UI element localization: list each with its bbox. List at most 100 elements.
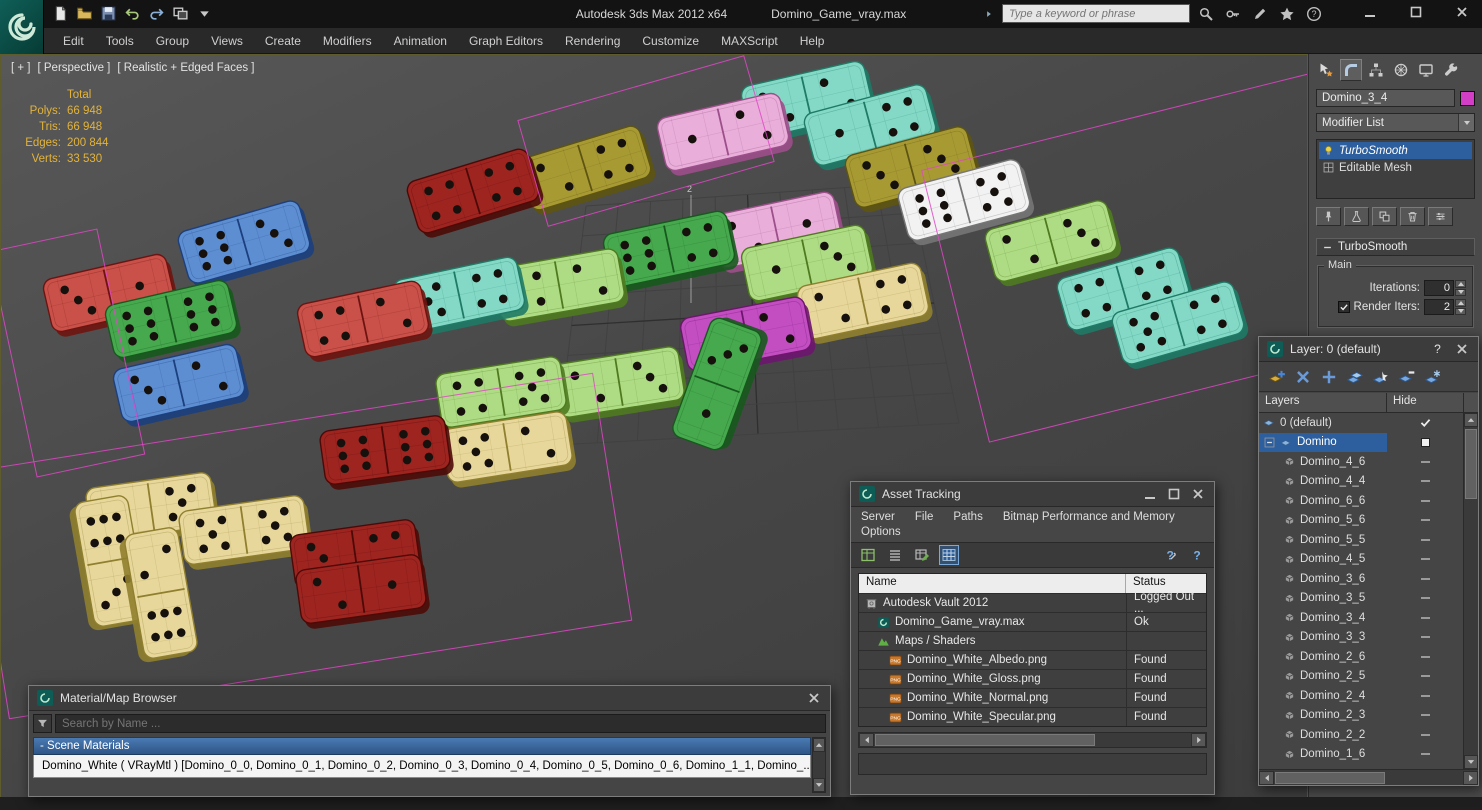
layer-row[interactable]: Domino_5_5 xyxy=(1259,530,1463,550)
asset-tracking-titlebar[interactable]: Asset Tracking xyxy=(851,482,1214,507)
layer-name[interactable]: Domino_4_5 xyxy=(1259,550,1387,570)
material-browser-titlebar[interactable]: Material/Map Browser xyxy=(29,686,830,711)
domino[interactable] xyxy=(405,146,546,241)
column-hide[interactable]: Hide xyxy=(1387,393,1463,412)
spin-up-icon[interactable] xyxy=(1455,299,1466,307)
layer-name[interactable]: Domino_2_2 xyxy=(1259,725,1387,745)
object-color-swatch[interactable] xyxy=(1460,90,1475,106)
layer-row[interactable]: Domino_3_4 xyxy=(1259,608,1463,628)
tab-modify[interactable] xyxy=(1340,59,1362,81)
set-current-layer-icon[interactable] xyxy=(1372,368,1390,386)
layer-row[interactable]: Domino_5_6 xyxy=(1259,511,1463,531)
layer-hide-cell[interactable] xyxy=(1387,616,1463,619)
undo-icon[interactable] xyxy=(124,5,141,22)
layer-row[interactable]: Domino_6_6 xyxy=(1259,491,1463,511)
layer-name[interactable]: Domino_5_5 xyxy=(1259,530,1387,550)
pin-stack-button[interactable] xyxy=(1316,207,1341,226)
domino[interactable] xyxy=(656,91,795,178)
column-name[interactable]: Name xyxy=(859,574,1126,593)
domino[interactable] xyxy=(319,414,455,491)
browser-options-icon[interactable] xyxy=(33,714,52,733)
layer-dialog-titlebar[interactable]: Layer: 0 (default) ? xyxy=(1259,337,1478,362)
scroll-right-icon[interactable] xyxy=(1463,770,1478,785)
layer-row[interactable]: Domino_2_3 xyxy=(1259,706,1463,726)
tab-hierarchy[interactable] xyxy=(1365,59,1387,81)
highlight-layer-icon[interactable] xyxy=(1398,368,1416,386)
help-mode-button[interactable]: ? xyxy=(1160,545,1180,565)
asset-row[interactable]: Autodesk Vault 2012 Logged Out ... xyxy=(859,591,1206,615)
menu-help[interactable]: Help xyxy=(789,29,836,53)
layer-hide-cell[interactable] xyxy=(1387,597,1463,600)
render-iters-checkbox[interactable] xyxy=(1337,301,1350,313)
spin-down-icon[interactable] xyxy=(1455,307,1466,315)
qat-dropdown-icon[interactable] xyxy=(196,5,213,22)
scroll-up-icon[interactable] xyxy=(1464,413,1478,427)
help-icon[interactable]: ? xyxy=(1306,6,1322,22)
layer-row[interactable]: 0 (default) xyxy=(1259,413,1463,433)
material-search-input[interactable] xyxy=(55,714,826,733)
layer-name[interactable]: Domino_4_4 xyxy=(1259,472,1387,492)
tab-create[interactable] xyxy=(1315,59,1337,81)
search-input[interactable] xyxy=(1002,4,1190,23)
layer-name[interactable]: Domino_3_4 xyxy=(1259,608,1387,628)
delete-layer-icon[interactable] xyxy=(1294,368,1312,386)
asset-hscrollbar[interactable] xyxy=(858,732,1207,748)
render-iters-spinner[interactable]: 2 xyxy=(1424,299,1466,315)
maximize-icon[interactable] xyxy=(1165,486,1182,503)
layer-row[interactable]: Domino_4_6 xyxy=(1259,452,1463,472)
modifier-list-arrow-icon[interactable] xyxy=(1458,114,1474,131)
viewport-shading-menu[interactable]: [ Realistic + Edged Faces ] xyxy=(117,62,254,74)
layer-row[interactable]: Domino_3_6 xyxy=(1259,569,1463,589)
domino[interactable] xyxy=(176,198,317,291)
layer-hide-cell[interactable] xyxy=(1387,460,1463,463)
layer-vscrollbar[interactable] xyxy=(1463,413,1478,769)
redo-icon[interactable] xyxy=(148,5,165,22)
layer-hide-cell[interactable] xyxy=(1387,480,1463,483)
object-name-field[interactable]: Domino_3_4 xyxy=(1316,89,1455,107)
make-unique-button[interactable] xyxy=(1372,207,1397,226)
layer-hide-cell[interactable] xyxy=(1387,499,1463,502)
close-icon[interactable] xyxy=(1189,486,1206,503)
layer-row[interactable]: Domino_1_6 xyxy=(1259,745,1463,765)
list-view-button[interactable] xyxy=(885,545,905,565)
minimize-icon[interactable] xyxy=(1141,486,1158,503)
menu-create[interactable]: Create xyxy=(254,29,312,53)
tab-display[interactable] xyxy=(1415,59,1437,81)
layer-row[interactable]: Domino_4_4 xyxy=(1259,472,1463,492)
asset-row[interactable]: PNG Domino_White_Specular.png Found xyxy=(859,707,1206,726)
layer-hide-cell[interactable] xyxy=(1387,655,1463,658)
edit-table-button[interactable] xyxy=(912,545,932,565)
help-button[interactable]: ? xyxy=(1187,545,1207,565)
asset-menu-server[interactable]: Server xyxy=(861,511,895,523)
tab-utilities[interactable] xyxy=(1440,59,1462,81)
hide-freeze-layer-icon[interactable] xyxy=(1424,368,1442,386)
menu-customize[interactable]: Customize xyxy=(631,29,710,53)
asset-row[interactable]: Domino_Game_vray.max Ok xyxy=(859,612,1206,631)
material-item[interactable]: Domino_White ( VRayMtl ) [Domino_0_0, Do… xyxy=(33,755,811,778)
viewport-pov-menu[interactable]: [ Perspective ] xyxy=(38,62,111,74)
menu-modifiers[interactable]: Modifiers xyxy=(312,29,383,53)
layer-row[interactable]: Domino_2_6 xyxy=(1259,647,1463,667)
menu-animation[interactable]: Animation xyxy=(383,29,458,53)
asset-menu-bitmap-performance-and-memory[interactable]: Bitmap Performance and Memory xyxy=(1003,511,1175,523)
layer-hide-cell[interactable] xyxy=(1387,558,1463,561)
subscription-key-icon[interactable] xyxy=(1225,6,1241,22)
show-end-result-button[interactable] xyxy=(1344,207,1369,226)
layer-hide-cell[interactable] xyxy=(1387,753,1463,756)
layer-name[interactable]: 0 (default) xyxy=(1259,413,1387,433)
scroll-down-icon[interactable] xyxy=(1464,755,1478,769)
search-scope-arrow-icon[interactable] xyxy=(984,6,994,22)
layer-row[interactable]: Domino_4_5 xyxy=(1259,550,1463,570)
minimize-icon[interactable] xyxy=(1362,4,1378,20)
asset-row[interactable]: PNG Domino_White_Albedo.png Found xyxy=(859,650,1206,669)
iterations-spinner[interactable]: 0 xyxy=(1424,280,1466,296)
app-logo-icon[interactable] xyxy=(0,0,44,54)
layer-name[interactable]: Domino_3_3 xyxy=(1259,628,1387,648)
scroll-down-icon[interactable] xyxy=(813,778,825,792)
asset-menu-options[interactable]: Options xyxy=(861,526,901,538)
layer-row[interactable]: Domino_2_5 xyxy=(1259,667,1463,687)
menu-graph-editors[interactable]: Graph Editors xyxy=(458,29,554,53)
asset-row[interactable]: PNG Domino_White_Normal.png Found xyxy=(859,688,1206,707)
layer-hide-cell[interactable] xyxy=(1387,538,1463,541)
layer-hscrollbar[interactable] xyxy=(1259,769,1478,785)
